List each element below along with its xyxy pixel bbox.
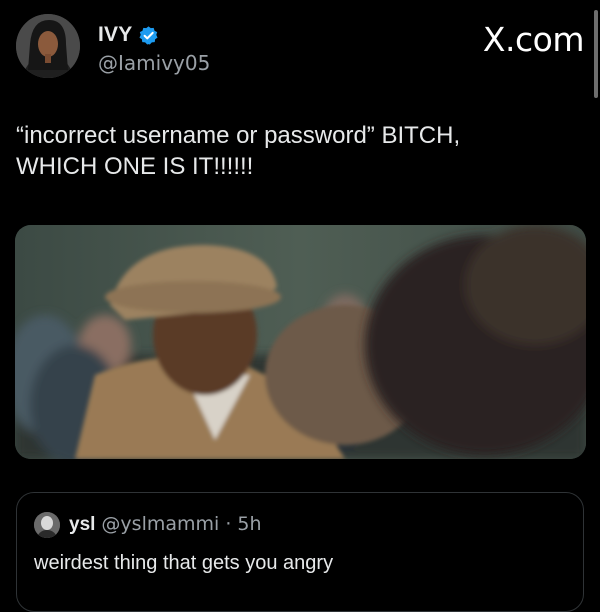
author-name-row: IVY <box>98 23 159 47</box>
author-display-name[interactable]: IVY <box>98 23 132 47</box>
tweet-text-line-2: WHICH ONE IS IT!!!!!! <box>16 153 254 180</box>
quoted-handle-time[interactable]: @yslmammi · 5h <box>101 513 261 535</box>
quoted-tweet-card[interactable]: ysl @yslmammi · 5h weirdest thing that g… <box>16 492 584 612</box>
tweet-media-image[interactable] <box>15 225 586 459</box>
quoted-author-avatar[interactable] <box>34 512 60 538</box>
quoted-tweet-text: weirdest thing that gets you angry <box>34 552 334 574</box>
author-avatar[interactable] <box>16 14 80 78</box>
tweet-body: “incorrect username or password” BITCH, … <box>16 120 576 182</box>
x-com-logo-text: X.com <box>482 20 585 59</box>
verified-badge-icon <box>138 25 159 46</box>
quoted-author-row: ysl @yslmammi · 5h <box>69 513 262 536</box>
scrollbar[interactable] <box>594 10 598 98</box>
author-handle[interactable]: @Iamivy05 <box>98 51 210 75</box>
quoted-display-name[interactable]: ysl <box>69 514 95 536</box>
tweet-text-line-1: “incorrect username or password” BITCH, <box>16 122 461 149</box>
tweet-header: IVY @Iamivy05 X.com <box>16 14 585 84</box>
